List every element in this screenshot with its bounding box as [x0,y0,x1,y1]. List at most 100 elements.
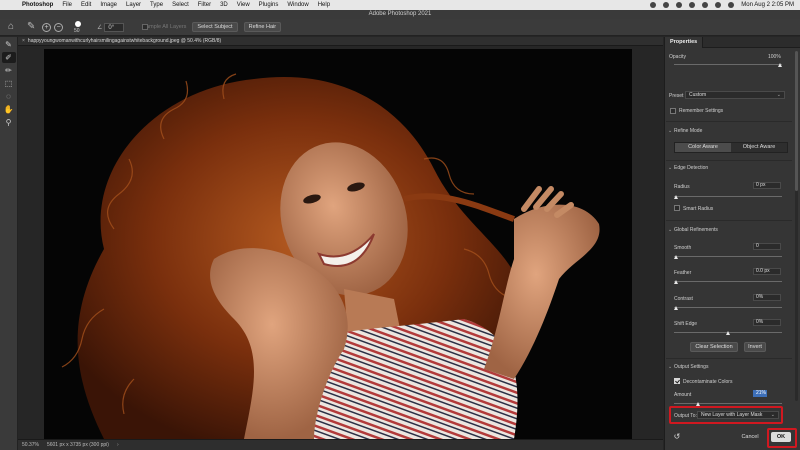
menu-image[interactable]: Image [100,2,117,8]
clear-selection-button[interactable]: Clear Selection [690,342,738,352]
feather-slider[interactable] [674,280,782,284]
smooth-slider-knob[interactable] [674,255,678,259]
amount-label: Amount [674,392,692,398]
shift-edge-slider-knob[interactable] [726,331,730,335]
feather-value[interactable]: 0.0 px [753,268,781,275]
preset-label: Preset [669,93,684,99]
divider [666,121,792,122]
radius-label: Radius [674,184,690,190]
menu-file[interactable]: File [62,2,72,8]
section-refine-mode[interactable]: ⌄ Refine Mode [668,126,790,136]
status-icon[interactable] [689,2,696,8]
color-aware-button[interactable]: Color Aware [675,143,731,152]
sample-all-layers-checkbox[interactable] [142,24,149,30]
decontaminate-colors-checkbox[interactable] [674,378,680,384]
menu-layer[interactable]: Layer [126,2,141,8]
menu-plugins[interactable]: Plugins [259,2,279,8]
document-dimensions: 5601 px x 3735 px (300 ppi) [46,442,109,448]
home-icon[interactable]: ⌂ [5,21,17,33]
output-to-select[interactable]: New Layer with Layer Mask ⌄ [697,411,779,419]
canvas-photo[interactable] [44,49,632,439]
brush-dot-icon [75,21,81,27]
radius-slider[interactable] [674,195,782,199]
tab-properties[interactable]: Properties [665,37,704,48]
invert-button[interactable]: Invert [744,342,766,352]
smooth-value[interactable]: 0 [753,243,781,250]
status-icon[interactable] [676,2,683,8]
brush-tool-icon[interactable]: ✏ [2,65,16,76]
opacity-slider[interactable] [674,63,782,67]
panel-scrollbar[interactable] [795,51,798,401]
wifi-icon[interactable] [715,2,722,8]
section-global-refinements[interactable]: ⌄ Global Refinements [668,225,790,235]
radius-slider-knob[interactable] [674,195,678,199]
menu-view[interactable]: View [237,2,250,8]
lasso-tool-icon[interactable]: ◌ [2,91,16,102]
object-selection-tool-icon[interactable]: ⬚ [2,78,16,89]
preset-select[interactable]: Custom ⌄ [685,91,785,99]
quick-selection-tool-icon[interactable]: ✎ [2,39,16,50]
opacity-slider-knob[interactable] [778,63,782,67]
output-to-value: New Layer with Layer Mask [701,412,763,418]
status-bar: 50.37% 5601 px x 3735 px (300 ppi) › [18,439,663,450]
zoom-tool-icon[interactable]: ⚲ [2,117,16,128]
hand-tool-icon[interactable]: ✋ [2,104,16,115]
search-icon[interactable] [728,2,735,8]
brush-picker[interactable]: 50 [69,20,91,34]
section-output-settings[interactable]: ⌄ Output Settings [668,362,790,372]
apple-icon[interactable] [6,1,14,9]
ok-button[interactable]: OK [771,432,791,442]
menu-3d[interactable]: 3D [220,2,228,8]
radius-value[interactable]: 0 px [753,182,781,189]
section-edge-detection[interactable]: ⌄ Edge Detection [668,163,790,173]
sample-all-layers-label: Sample All Layers [142,24,187,30]
select-subject-button[interactable]: Select Subject [192,22,238,32]
battery-icon[interactable] [702,2,709,8]
amount-value[interactable]: 21% [753,390,767,397]
refine-mode-toggle: Color Aware Object Aware [674,142,788,153]
document-tab-title: happyyoungwomanwithcurlyhairsmilingagain… [27,38,222,44]
object-aware-button[interactable]: Object Aware [731,143,787,152]
contrast-slider[interactable] [674,306,782,310]
menu-type[interactable]: Type [150,2,163,8]
angle-icon: ∠ [97,24,103,31]
feather-slider-knob[interactable] [674,280,678,284]
zoom-level[interactable]: 50.37% [22,440,39,450]
contrast-value[interactable]: 0% [753,294,781,301]
shift-edge-value[interactable]: 0% [753,319,781,326]
sample-all-layers-option[interactable]: Sample All Layers [142,24,186,30]
document-tab[interactable]: × happyyoungwomanwithcurlyhairsmilingagai… [18,37,663,46]
angle-control: ∠ 0° [97,22,125,32]
menu-clock[interactable]: Mon Aug 2 2:05 PM [741,2,794,8]
reset-icon[interactable]: ↺ [671,432,683,442]
divider [666,220,792,221]
canvas-area[interactable] [18,46,663,439]
status-icon[interactable] [650,2,657,8]
quick-selection-tool-icon[interactable]: ✎ [27,21,39,33]
menu-filter[interactable]: Filter [198,2,211,8]
menu-select[interactable]: Select [172,2,189,8]
opacity-value[interactable]: 100% [768,54,781,60]
refine-hair-button[interactable]: Refine Hair [243,22,282,32]
cancel-button[interactable]: Cancel [737,432,763,442]
window-title: Adobe Photoshop 2021 [0,10,800,19]
menu-window[interactable]: Window [287,2,308,8]
scrollbar-thumb[interactable] [795,51,798,191]
chevron-right-icon[interactable]: › [117,440,119,450]
add-to-selection-icon[interactable]: + [42,22,51,32]
close-icon[interactable]: × [22,38,25,44]
smooth-slider[interactable] [674,255,782,259]
status-icon[interactable] [663,2,670,8]
remember-settings-checkbox[interactable] [670,108,676,114]
menu-app-name[interactable]: Photoshop [22,2,53,8]
amount-slider[interactable] [674,402,782,406]
shift-edge-slider[interactable] [674,331,782,335]
menu-edit[interactable]: Edit [81,2,91,8]
contrast-slider-knob[interactable] [674,306,678,310]
smart-radius-checkbox[interactable] [674,205,680,211]
angle-input[interactable]: 0° [104,22,125,32]
menu-help[interactable]: Help [318,2,330,8]
menu-bar: Photoshop File Edit Image Layer Type Sel… [0,0,800,10]
refine-edge-brush-icon[interactable]: ✐ [1,52,16,63]
subtract-from-selection-icon[interactable]: − [54,22,63,32]
